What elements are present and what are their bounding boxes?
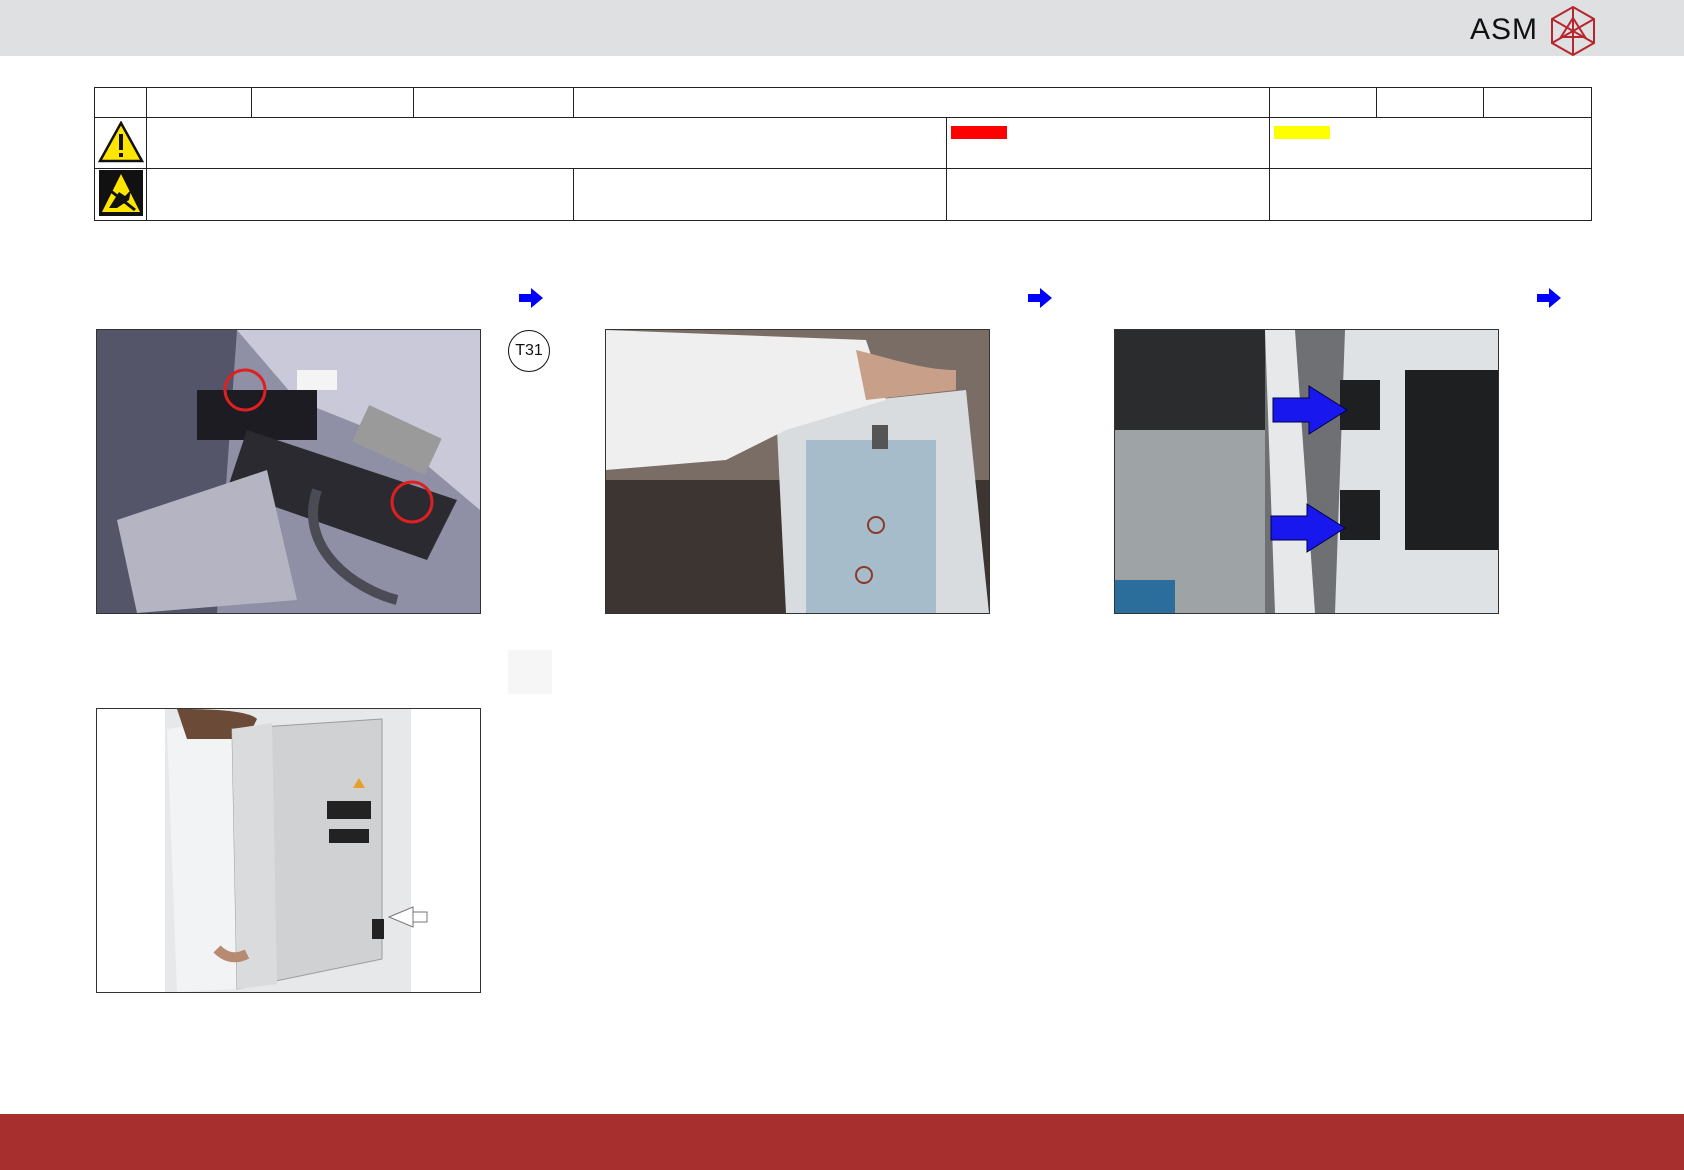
table-cell (251, 87, 414, 118)
document-header-table (94, 87, 1592, 221)
table-cell (413, 87, 574, 118)
table-row (94, 117, 1592, 169)
table-cell (94, 87, 147, 118)
photo-illustration (606, 330, 989, 613)
table-row (94, 87, 1592, 118)
table-cell (573, 168, 947, 221)
table-cell (1483, 87, 1592, 118)
esd-hand-icon (98, 170, 143, 216)
warning-triangle-icon (97, 119, 144, 162)
table-cell (573, 87, 1270, 118)
caution-cell (1269, 117, 1592, 169)
operator-carrying-module-photo (96, 708, 481, 993)
brand-logo: ASM (1470, 4, 1598, 56)
step-badge: T31 (508, 330, 550, 372)
table-cell (1269, 168, 1592, 221)
table-cell (146, 87, 252, 118)
photo-illustration (97, 330, 480, 613)
faint-placeholder (508, 650, 552, 694)
table-cell (146, 168, 574, 221)
danger-cell (946, 117, 1270, 169)
blue-arrow-right-icon (1537, 288, 1561, 308)
table-row (94, 168, 1592, 221)
table-cell (1269, 87, 1377, 118)
blue-arrow-right-icon (519, 288, 543, 308)
photo-illustration (97, 709, 480, 992)
danger-swatch (951, 126, 1007, 139)
machine-interior-screws-photo (96, 329, 481, 614)
warning-cell (94, 117, 147, 169)
step-badge-label: T31 (515, 342, 543, 359)
table-cell (1376, 87, 1484, 118)
table-cell (946, 168, 1270, 221)
mounting-points-photo (1114, 329, 1499, 614)
caution-swatch (1274, 126, 1330, 139)
footer-bar (0, 1114, 1684, 1170)
blue-arrow-right-icon (1028, 288, 1052, 308)
header-bar: ASM (0, 0, 1684, 56)
esd-cell (94, 168, 147, 221)
operator-lifting-cover-photo (605, 329, 990, 614)
asm-cube-logo-icon (1551, 5, 1595, 56)
brand-name: ASM (1469, 13, 1538, 46)
photo-illustration (1115, 330, 1498, 613)
table-cell (146, 117, 947, 169)
